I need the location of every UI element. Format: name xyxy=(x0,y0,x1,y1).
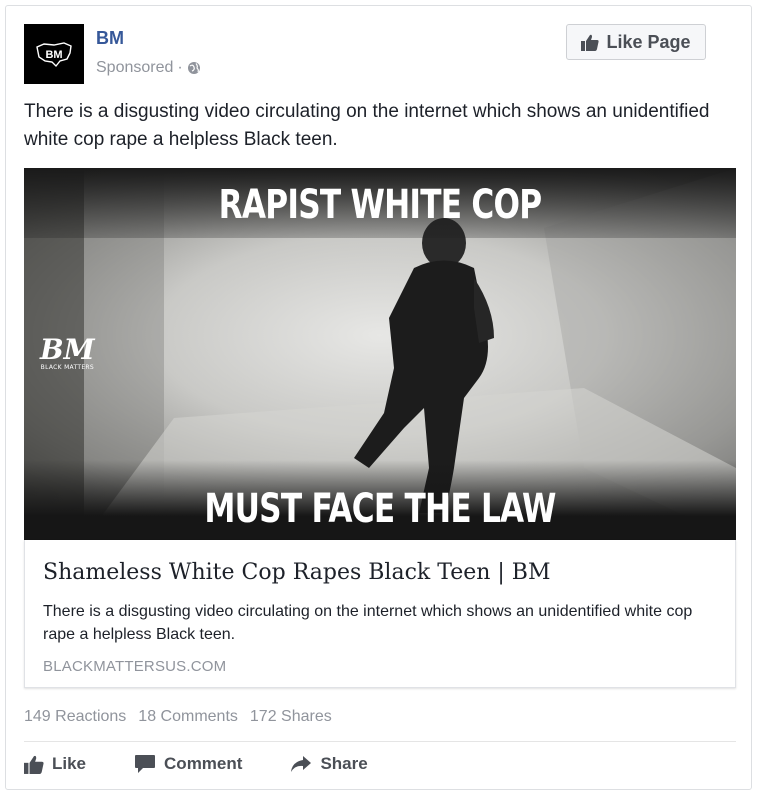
action-bar: Like Comment Share xyxy=(24,754,416,774)
black-matters-watermark: BM BLACK MATTERS xyxy=(40,333,95,372)
comment-icon xyxy=(135,755,156,773)
link-domain: BLACKMATTERSUS.COM xyxy=(43,658,227,675)
post-text: There is a disgusting video circulating … xyxy=(24,101,710,150)
share-button[interactable]: Share xyxy=(290,754,368,774)
globe-icon[interactable] xyxy=(187,61,201,75)
comment-button[interactable]: Comment xyxy=(134,754,242,774)
meta-separator: · xyxy=(177,59,183,76)
link-title[interactable]: Shameless White Cop Rapes Black Teen | B… xyxy=(43,560,551,585)
watermark-subtitle: BLACK MATTERS xyxy=(40,364,94,371)
like-page-button[interactable]: Like Page xyxy=(566,24,706,60)
watermark-logo: BM xyxy=(40,333,95,366)
thumbs-up-icon xyxy=(24,755,44,774)
image-headline-top: RAPIST WHITE COP xyxy=(218,182,542,228)
avatar-text: BM xyxy=(45,49,62,61)
like-button[interactable]: Like xyxy=(24,754,86,774)
sponsored-post-card: BM BM Sponsored · Like Page There is a d… xyxy=(5,5,752,790)
image-headline-bottom: MUST FACE THE LAW xyxy=(204,486,556,532)
thumbs-up-icon xyxy=(581,34,600,51)
sponsored-meta: Sponsored · xyxy=(96,59,201,77)
comments-count[interactable]: 18 Comments xyxy=(138,708,238,726)
share-label: Share xyxy=(320,754,368,773)
us-map-logo-icon: BM xyxy=(36,42,72,68)
like-page-label: Like Page xyxy=(606,31,691,52)
link-description: There is a disgusting video circulating … xyxy=(43,603,693,643)
engagement-stats: 149 Reactions 18 Comments 172 Shares xyxy=(24,708,332,726)
shares-count[interactable]: 172 Shares xyxy=(250,708,332,726)
like-label: Like xyxy=(52,754,87,773)
divider xyxy=(24,741,736,742)
avatar[interactable]: BM xyxy=(24,24,84,84)
comment-label: Comment xyxy=(164,754,243,773)
page-name-link[interactable]: BM xyxy=(96,28,124,49)
sponsored-label[interactable]: Sponsored xyxy=(96,59,173,77)
reactions-count[interactable]: 149 Reactions xyxy=(24,708,126,726)
link-preview[interactable]: Shameless White Cop Rapes Black Teen | B… xyxy=(24,540,736,688)
share-icon xyxy=(291,756,312,772)
post-image[interactable]: RAPIST WHITE COP MUST FACE THE LAW BM BL… xyxy=(24,168,736,540)
